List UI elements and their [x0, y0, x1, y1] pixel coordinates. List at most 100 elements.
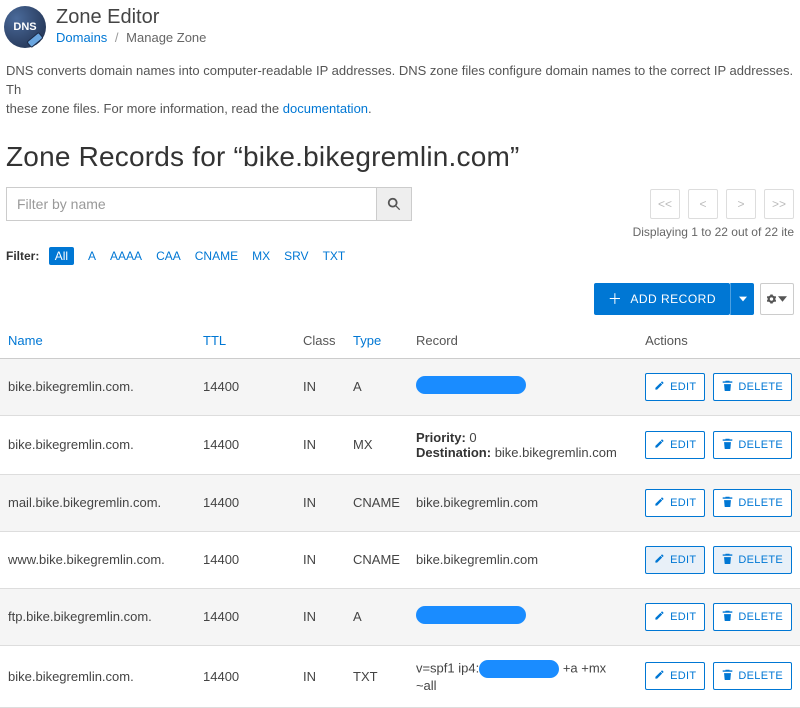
breadcrumb: Domains / Manage Zone: [56, 30, 206, 45]
pencil-icon: [654, 496, 665, 510]
col-actions: Actions: [637, 323, 800, 359]
filter-all[interactable]: All: [49, 247, 74, 265]
search-button[interactable]: [376, 187, 412, 221]
settings-button[interactable]: [760, 283, 794, 315]
filter-mx[interactable]: MX: [252, 249, 270, 263]
record-value: bike.bikegremlin.com: [416, 552, 538, 567]
cell-name: ftp.bike.bikegremlin.com.: [0, 588, 195, 645]
redacted-value: [479, 660, 559, 678]
cell-class: IN: [295, 531, 345, 588]
page-last-button[interactable]: >>: [764, 189, 794, 219]
cell-ttl: 14400: [195, 474, 295, 531]
filter-srv[interactable]: SRV: [284, 249, 308, 263]
cell-class: IN: [295, 645, 345, 707]
filter-cname[interactable]: CNAME: [195, 249, 238, 263]
intro-text: DNS converts domain names into computer-…: [0, 48, 800, 119]
pencil-icon: [654, 438, 665, 452]
col-name[interactable]: Name: [0, 323, 195, 359]
displaying-text: Displaying 1 to 22 out of 22 ite: [0, 221, 800, 239]
delete-button[interactable]: DELETE: [713, 603, 792, 631]
cell-type: CNAME: [345, 474, 408, 531]
breadcrumb-sep: /: [111, 30, 123, 45]
table-row: bike.bikegremlin.com.14400INA EDIT DELETE: [0, 358, 800, 415]
cell-record: [408, 588, 637, 645]
table-row: mail.bike.bikegremlin.com.14400INCNAME bi…: [0, 474, 800, 531]
gear-icon: [767, 292, 776, 306]
col-ttl[interactable]: TTL: [195, 323, 295, 359]
record-value: bike.bikegremlin.com: [416, 495, 538, 510]
trash-icon: [722, 380, 733, 394]
delete-button[interactable]: DELETE: [713, 373, 792, 401]
cell-ttl: 14400: [195, 531, 295, 588]
edit-button[interactable]: EDIT: [645, 373, 705, 401]
cell-record: v=spf1 ip4: +a +mx ~all: [408, 645, 637, 707]
cell-class: IN: [295, 358, 345, 415]
add-record-button[interactable]: ＋ ADD RECORD: [594, 283, 730, 315]
cell-class: IN: [295, 588, 345, 645]
trash-icon: [722, 553, 733, 567]
redacted-value: [416, 606, 526, 624]
cell-ttl: 14400: [195, 645, 295, 707]
trash-icon: [722, 438, 733, 452]
table-row: bike.bikegremlin.com.14400INTXTv=spf1 ip…: [0, 645, 800, 707]
chevron-down-icon: [778, 292, 787, 306]
cell-ttl: 14400: [195, 415, 295, 474]
cell-ttl: 14400: [195, 588, 295, 645]
edit-button[interactable]: EDIT: [645, 489, 705, 517]
cell-ttl: 14400: [195, 358, 295, 415]
filter-input[interactable]: [6, 187, 376, 221]
edit-button[interactable]: EDIT: [645, 603, 705, 631]
cell-record: bike.bikegremlin.com: [408, 531, 637, 588]
filter-txt[interactable]: TXT: [323, 249, 346, 263]
search-icon: [387, 197, 401, 211]
filter-label: Filter:: [6, 249, 39, 263]
cell-type: A: [345, 358, 408, 415]
col-type[interactable]: Type: [345, 323, 408, 359]
redacted-value: [416, 376, 526, 394]
page-first-button[interactable]: <<: [650, 189, 680, 219]
breadcrumb-domains[interactable]: Domains: [56, 30, 107, 45]
page-title: Zone Editor: [56, 6, 206, 28]
cell-name: bike.bikegremlin.com.: [0, 358, 195, 415]
filter-a[interactable]: A: [88, 249, 96, 263]
pencil-icon: [654, 380, 665, 394]
edit-button[interactable]: EDIT: [645, 431, 705, 459]
documentation-link[interactable]: documentation: [283, 101, 368, 116]
cell-type: CNAME: [345, 531, 408, 588]
cell-name: bike.bikegremlin.com.: [0, 415, 195, 474]
cell-type: A: [345, 588, 408, 645]
page-next-button[interactable]: >: [726, 189, 756, 219]
col-class: Class: [295, 323, 345, 359]
app-icon: DNS: [4, 6, 46, 48]
breadcrumb-current: Manage Zone: [126, 30, 206, 45]
pencil-icon: [654, 553, 665, 567]
filter-caa[interactable]: CAA: [156, 249, 181, 263]
trash-icon: [722, 669, 733, 683]
cell-class: IN: [295, 415, 345, 474]
cell-class: IN: [295, 474, 345, 531]
page-prev-button[interactable]: <: [688, 189, 718, 219]
delete-button[interactable]: DELETE: [713, 662, 792, 690]
pencil-icon: [654, 610, 665, 624]
cell-record: [408, 358, 637, 415]
col-record: Record: [408, 323, 637, 359]
delete-button[interactable]: DELETE: [713, 546, 792, 574]
record-value: v=spf1 ip4:: [416, 660, 479, 675]
cell-name: www.bike.bikegremlin.com.: [0, 531, 195, 588]
cell-name: mail.bike.bikegremlin.com.: [0, 474, 195, 531]
cell-type: MX: [345, 415, 408, 474]
delete-button[interactable]: DELETE: [713, 431, 792, 459]
edit-button[interactable]: EDIT: [645, 546, 705, 574]
table-row: www.bike.bikegremlin.com.14400INCNAME bik…: [0, 531, 800, 588]
trash-icon: [722, 610, 733, 624]
zone-heading: Zone Records for “bike.bikegremlin.com”: [6, 141, 794, 173]
table-row: ftp.bike.bikegremlin.com.14400INA EDIT DEL…: [0, 588, 800, 645]
cell-type: TXT: [345, 645, 408, 707]
pencil-icon: [654, 669, 665, 683]
delete-button[interactable]: DELETE: [713, 489, 792, 517]
add-record-dropdown[interactable]: [730, 283, 754, 315]
chevron-down-icon: [739, 295, 747, 303]
filter-aaaa[interactable]: AAAA: [110, 249, 142, 263]
edit-button[interactable]: EDIT: [645, 662, 705, 690]
type-filter-bar: Filter: AllAAAAACAACNAMEMXSRVTXT: [0, 239, 800, 263]
